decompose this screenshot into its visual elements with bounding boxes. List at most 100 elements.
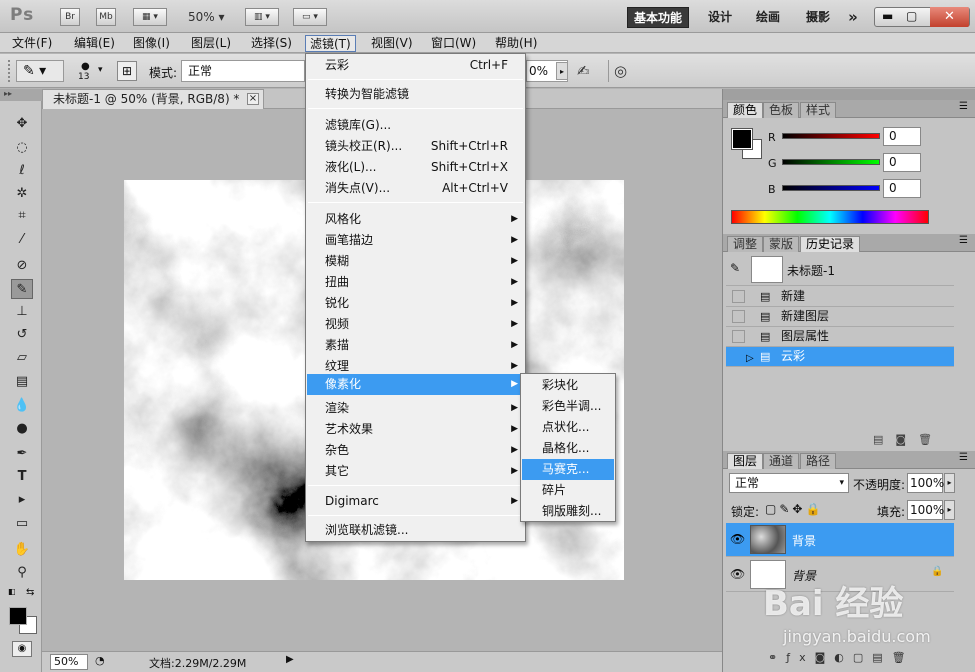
- opacity-slider-toggle[interactable]: ▸: [556, 62, 568, 80]
- panel-menu-icon[interactable]: ☰: [959, 235, 968, 246]
- history-footer-icons[interactable]: ▤◙🗑: [873, 433, 944, 446]
- eraser-tool-icon[interactable]: ▱: [11, 348, 33, 368]
- tab-history[interactable]: 历史记录: [800, 236, 861, 252]
- hand-tool-icon[interactable]: ✋: [11, 540, 33, 560]
- brush-panel-toggle-icon[interactable]: ⊞: [117, 61, 137, 81]
- clone-stamp-tool-icon[interactable]: ⊥: [11, 302, 33, 322]
- foreground-color-swatch[interactable]: [9, 607, 27, 625]
- more-workspaces-icon[interactable]: »: [842, 7, 864, 28]
- color-spectrum-ramp[interactable]: [731, 210, 929, 224]
- workspace-photography[interactable]: 摄影: [800, 7, 836, 28]
- workspace-design[interactable]: 设计: [702, 7, 738, 28]
- eyedropper-tool-icon[interactable]: ⁄: [11, 230, 33, 250]
- tab-adjustments[interactable]: 调整: [727, 236, 764, 252]
- quick-selection-tool-icon[interactable]: ✲: [11, 184, 33, 204]
- lock-options-icons[interactable]: ▢✎✥🔒: [765, 502, 823, 516]
- panel-menu-icon[interactable]: ☰: [959, 452, 968, 463]
- submenu-item-mosaic[interactable]: 马赛克...: [522, 459, 614, 480]
- arrange-documents-button[interactable]: ▥ ▾: [245, 8, 279, 26]
- type-tool-icon[interactable]: T: [11, 467, 33, 487]
- eye-visibility-icon[interactable]: 👁: [730, 567, 745, 581]
- menu-item-artistic[interactable]: 艺术效果 ▶: [307, 419, 524, 440]
- document-tab[interactable]: 未标题-1 @ 50% (背景, RGB/8) * ×: [42, 89, 264, 109]
- menu-item-pixelate[interactable]: 像素化 ▶: [307, 374, 524, 395]
- menu-item-clouds-last[interactable]: 云彩 Ctrl+F: [307, 55, 524, 76]
- menu-item-vanishing-point[interactable]: 消失点(V)... Alt+Ctrl+V: [307, 178, 524, 199]
- healing-brush-tool-icon[interactable]: ⊘: [11, 256, 33, 276]
- tab-paths[interactable]: 路径: [800, 453, 837, 469]
- move-tool-icon[interactable]: ✥: [11, 114, 33, 134]
- path-selection-tool-icon[interactable]: ▸: [11, 490, 33, 510]
- gradient-tool-icon[interactable]: ▤: [11, 372, 33, 392]
- history-step[interactable]: ▤ 新建图层: [726, 307, 954, 327]
- zoom-level-select[interactable]: 50% ▾: [188, 10, 225, 24]
- menu-file[interactable]: 文件(F): [8, 35, 56, 52]
- dodge-tool-icon[interactable]: ●: [11, 419, 33, 439]
- eye-visibility-icon[interactable]: 👁: [730, 532, 745, 546]
- status-info-icon[interactable]: ◔: [95, 654, 105, 667]
- crop-tool-icon[interactable]: ⌗: [11, 206, 33, 226]
- channel-r-slider[interactable]: [782, 133, 880, 139]
- menu-layer[interactable]: 图层(L): [187, 35, 235, 52]
- menu-item-brush-strokes[interactable]: 画笔描边 ▶: [307, 230, 524, 251]
- menu-view[interactable]: 视图(V): [367, 35, 417, 52]
- layer-opacity-slider-toggle[interactable]: ▸: [944, 473, 955, 493]
- layer-fill-slider-toggle[interactable]: ▸: [944, 500, 955, 520]
- tool-preset-picker[interactable]: ✎ ▾: [16, 60, 64, 82]
- tab-masks[interactable]: 蒙版: [763, 236, 800, 252]
- quick-mask-icon[interactable]: ◉: [12, 641, 32, 657]
- tab-channels[interactable]: 通道: [763, 453, 800, 469]
- menu-item-other[interactable]: 其它 ▶: [307, 461, 524, 482]
- maximize-icon[interactable]: ▢: [906, 9, 917, 23]
- tablet-pressure-opacity-icon[interactable]: ✍: [577, 62, 590, 80]
- brush-tool-icon[interactable]: ✎: [11, 279, 33, 299]
- bridge-button[interactable]: Br: [60, 8, 80, 26]
- lasso-tool-icon[interactable]: ℓ: [11, 161, 33, 181]
- menu-item-smart-filter[interactable]: 转换为智能滤镜: [307, 84, 524, 105]
- shape-tool-icon[interactable]: ▭: [11, 514, 33, 534]
- channel-g-slider[interactable]: [782, 159, 880, 165]
- menu-edit[interactable]: 编辑(E): [70, 35, 119, 52]
- menu-item-blur[interactable]: 模糊 ▶: [307, 251, 524, 272]
- channel-b-input[interactable]: 0: [883, 179, 921, 198]
- submenu-item-pointillize[interactable]: 点状化...: [522, 417, 614, 438]
- menu-item-sharpen[interactable]: 锐化 ▶: [307, 293, 524, 314]
- menu-window[interactable]: 窗口(W): [427, 35, 480, 52]
- blend-mode-select[interactable]: 正常: [181, 60, 305, 82]
- menu-help[interactable]: 帮助(H): [491, 35, 541, 52]
- menu-item-distort[interactable]: 扭曲 ▶: [307, 272, 524, 293]
- menu-select[interactable]: 选择(S): [247, 35, 296, 52]
- menu-item-liquify[interactable]: 液化(L)... Shift+Ctrl+X: [307, 157, 524, 178]
- submenu-item-facet[interactable]: 彩块化: [522, 375, 614, 396]
- minimize-icon[interactable]: ▬: [882, 9, 893, 23]
- menu-item-video[interactable]: 视频 ▶: [307, 314, 524, 335]
- layers-footer-icons[interactable]: ⚭ƒx◙◐▢▤🗑: [768, 651, 915, 664]
- close-tab-icon[interactable]: ×: [247, 93, 259, 105]
- screen-mode-button[interactable]: ▭ ▾: [293, 8, 327, 26]
- tab-styles[interactable]: 样式: [800, 102, 837, 118]
- history-state-slider-icon[interactable]: ▷: [746, 349, 754, 368]
- status-zoom-input[interactable]: 50%: [50, 654, 88, 670]
- menu-image[interactable]: 图像(I): [129, 35, 174, 52]
- mini-bridge-button[interactable]: Mb: [96, 8, 116, 26]
- blur-tool-icon[interactable]: 💧: [11, 396, 33, 416]
- menu-filter[interactable]: 滤镜(T): [305, 35, 356, 52]
- view-extras-button[interactable]: ▦ ▾: [133, 8, 167, 26]
- color-fg-swatch[interactable]: [731, 128, 753, 150]
- panel-menu-icon[interactable]: ☰: [959, 101, 968, 112]
- close-window-icon[interactable]: ✕: [930, 7, 969, 27]
- menu-item-sketch[interactable]: 素描 ▶: [307, 335, 524, 356]
- menu-item-noise[interactable]: 杂色 ▶: [307, 440, 524, 461]
- tab-layers[interactable]: 图层: [727, 453, 764, 469]
- status-menu-arrow-icon[interactable]: ▶: [286, 654, 294, 665]
- submenu-item-crystallize[interactable]: 晶格化...: [522, 438, 614, 459]
- history-step-current[interactable]: ▷ ▤ 云彩: [726, 347, 954, 367]
- tab-color[interactable]: 颜色: [727, 102, 764, 118]
- marquee-tool-icon[interactable]: ◌: [11, 138, 33, 158]
- tab-swatches[interactable]: 色板: [763, 102, 800, 118]
- default-colors-icon[interactable]: ◧: [8, 587, 18, 597]
- brush-preset-picker[interactable]: ● 13 ▾: [72, 58, 110, 84]
- layer-blend-mode-select[interactable]: 正常 ▾: [729, 473, 849, 493]
- menu-item-stylize[interactable]: 风格化 ▶: [307, 209, 524, 230]
- submenu-item-mezzotint[interactable]: 铜版雕刻...: [522, 501, 614, 522]
